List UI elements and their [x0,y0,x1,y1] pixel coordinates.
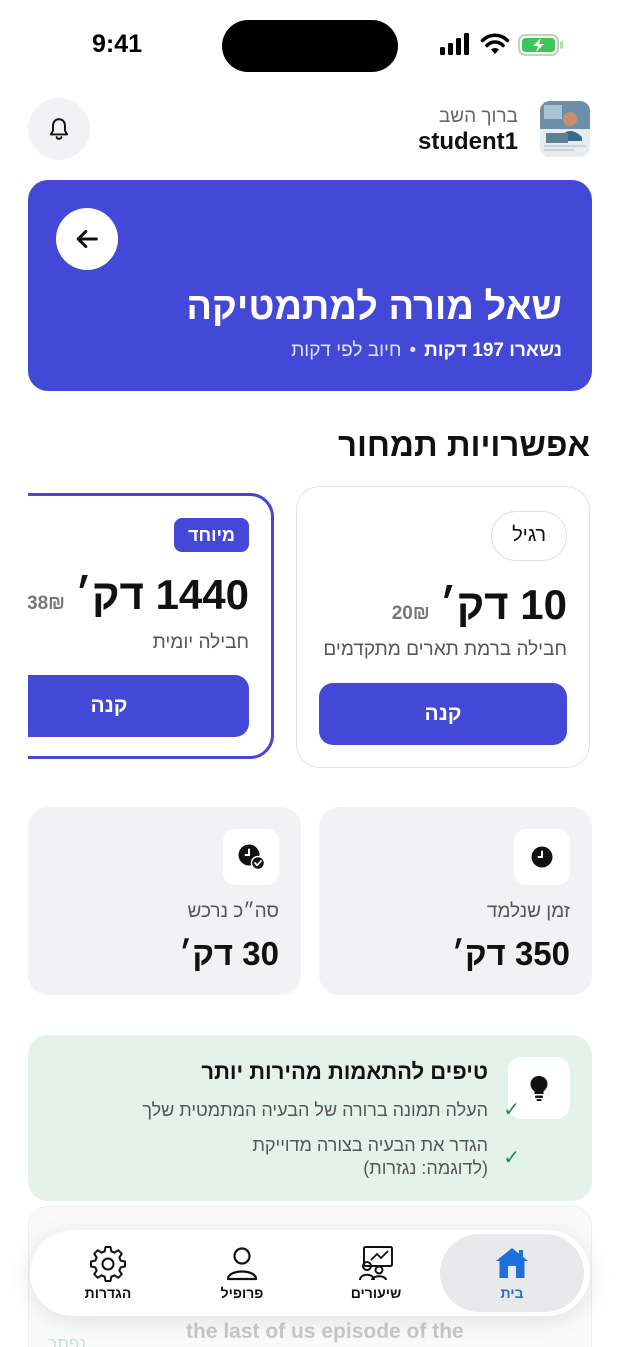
stat-card-time-learned: זמן שנלמד 350 דק׳ [319,807,592,995]
bottom-tab-bar: בית שיעורים פרופיל הגדרות [30,1230,590,1316]
stat-card-total-purchased: סה״כ נרכש 30 דק׳ [28,807,301,995]
tab-settings[interactable]: הגדרות [38,1230,178,1316]
buy-button[interactable]: קנה [319,683,567,745]
separator-dot: • [409,340,417,361]
billing-mode: חיוב לפי דקות [291,340,402,361]
history-card-status: נפתר [48,1334,86,1347]
check-icon: ✓ [503,1099,520,1121]
hero-subtitle: נשארו 197 דקות • חיוב לפי דקות [291,340,562,362]
clock-check-icon [223,829,279,885]
tab-label: פרופיל [220,1285,264,1301]
battery-charging-icon [518,34,563,56]
clock-icon [514,829,570,885]
check-icon: ✓ [503,1147,520,1169]
avatar[interactable] [540,101,590,157]
history-card-text: the last of us episode of the [186,1320,464,1343]
tips-card: טיפים להתאמות מהירות יותר ✓ העלה תמונה ב… [28,1035,592,1201]
back-button[interactable] [56,208,118,270]
pricing-carousel[interactable]: רגיל 10 דק׳20₪ חבילה ברמת תארים מתקדמים … [28,484,592,774]
package-price: 20₪ [391,603,430,624]
package-amount: 1440 דק׳ 38₪ [28,571,249,619]
package-card-special[interactable]: מיוחד 1440 דק׳ 38₪ חבילה יומית קנה [28,493,274,759]
arrow-left-icon [76,229,98,249]
package-description: חבילה יומית [152,632,249,653]
gear-icon [90,1246,126,1282]
package-minutes: 10 דק׳ [439,581,567,628]
package-amount: 10 דק׳ 20₪ [392,581,567,629]
user-icon [226,1247,258,1281]
pricing-section-title: אפשרויות תמחור [337,426,590,463]
buy-button[interactable]: קנה [28,675,249,737]
tab-label: הגדרות [84,1285,132,1301]
tab-label: בית [500,1285,524,1301]
status-time: 9:41 [92,30,143,58]
package-minutes: 1440 דק׳ [74,571,249,618]
dynamic-island [222,20,398,72]
signal-icon [440,33,469,55]
bell-icon [49,118,69,140]
tip-item: העלה תמונה ברורה של הבעיה המתמטית שלך [142,1100,488,1120]
tab-home[interactable]: בית [440,1234,584,1312]
package-card-regular[interactable]: רגיל 10 דק׳20₪ חבילה ברמת תארים מתקדמים … [296,486,590,768]
greeting-text: ברוך השב [438,106,518,127]
home-icon [496,1248,528,1278]
lessons-icon [359,1246,393,1281]
tip-item: הגדר את הבעיה בצורה מדוייקת (לדוגמה: נגז… [252,1135,488,1178]
wifi-icon [480,33,510,54]
stat-label: סה״כ נרכש [187,901,279,922]
remaining-minutes: נשארו 197 דקות [424,340,562,361]
package-badge: מיוחד [173,518,249,552]
subject-hero-card: שאל מורה למתמטיקה נשארו 197 דקות • חיוב לפ… [28,180,592,391]
tab-label: שיעורים [350,1285,402,1301]
package-description: חבילה ברמת תארים מתקדמים [323,639,567,660]
tab-profile[interactable]: פרופיל [172,1230,312,1316]
tips-title: טיפים להתאמות מהירות יותר [201,1059,488,1084]
package-badge: רגיל [491,511,567,561]
tab-lessons[interactable]: שיעורים [306,1230,446,1316]
package-price: 38₪ [28,593,65,614]
stat-value: 350 דק׳ [451,935,570,972]
notifications-button[interactable] [28,98,90,160]
status-bar: 9:41 [0,0,620,92]
app-header: ברוך השב student1 [28,98,592,162]
username: student1 [417,128,518,155]
page-title: שאל מורה למתמטיקה [186,286,562,328]
stat-value: 30 דק׳ [178,935,279,972]
stat-label: זמן שנלמד [486,901,570,922]
